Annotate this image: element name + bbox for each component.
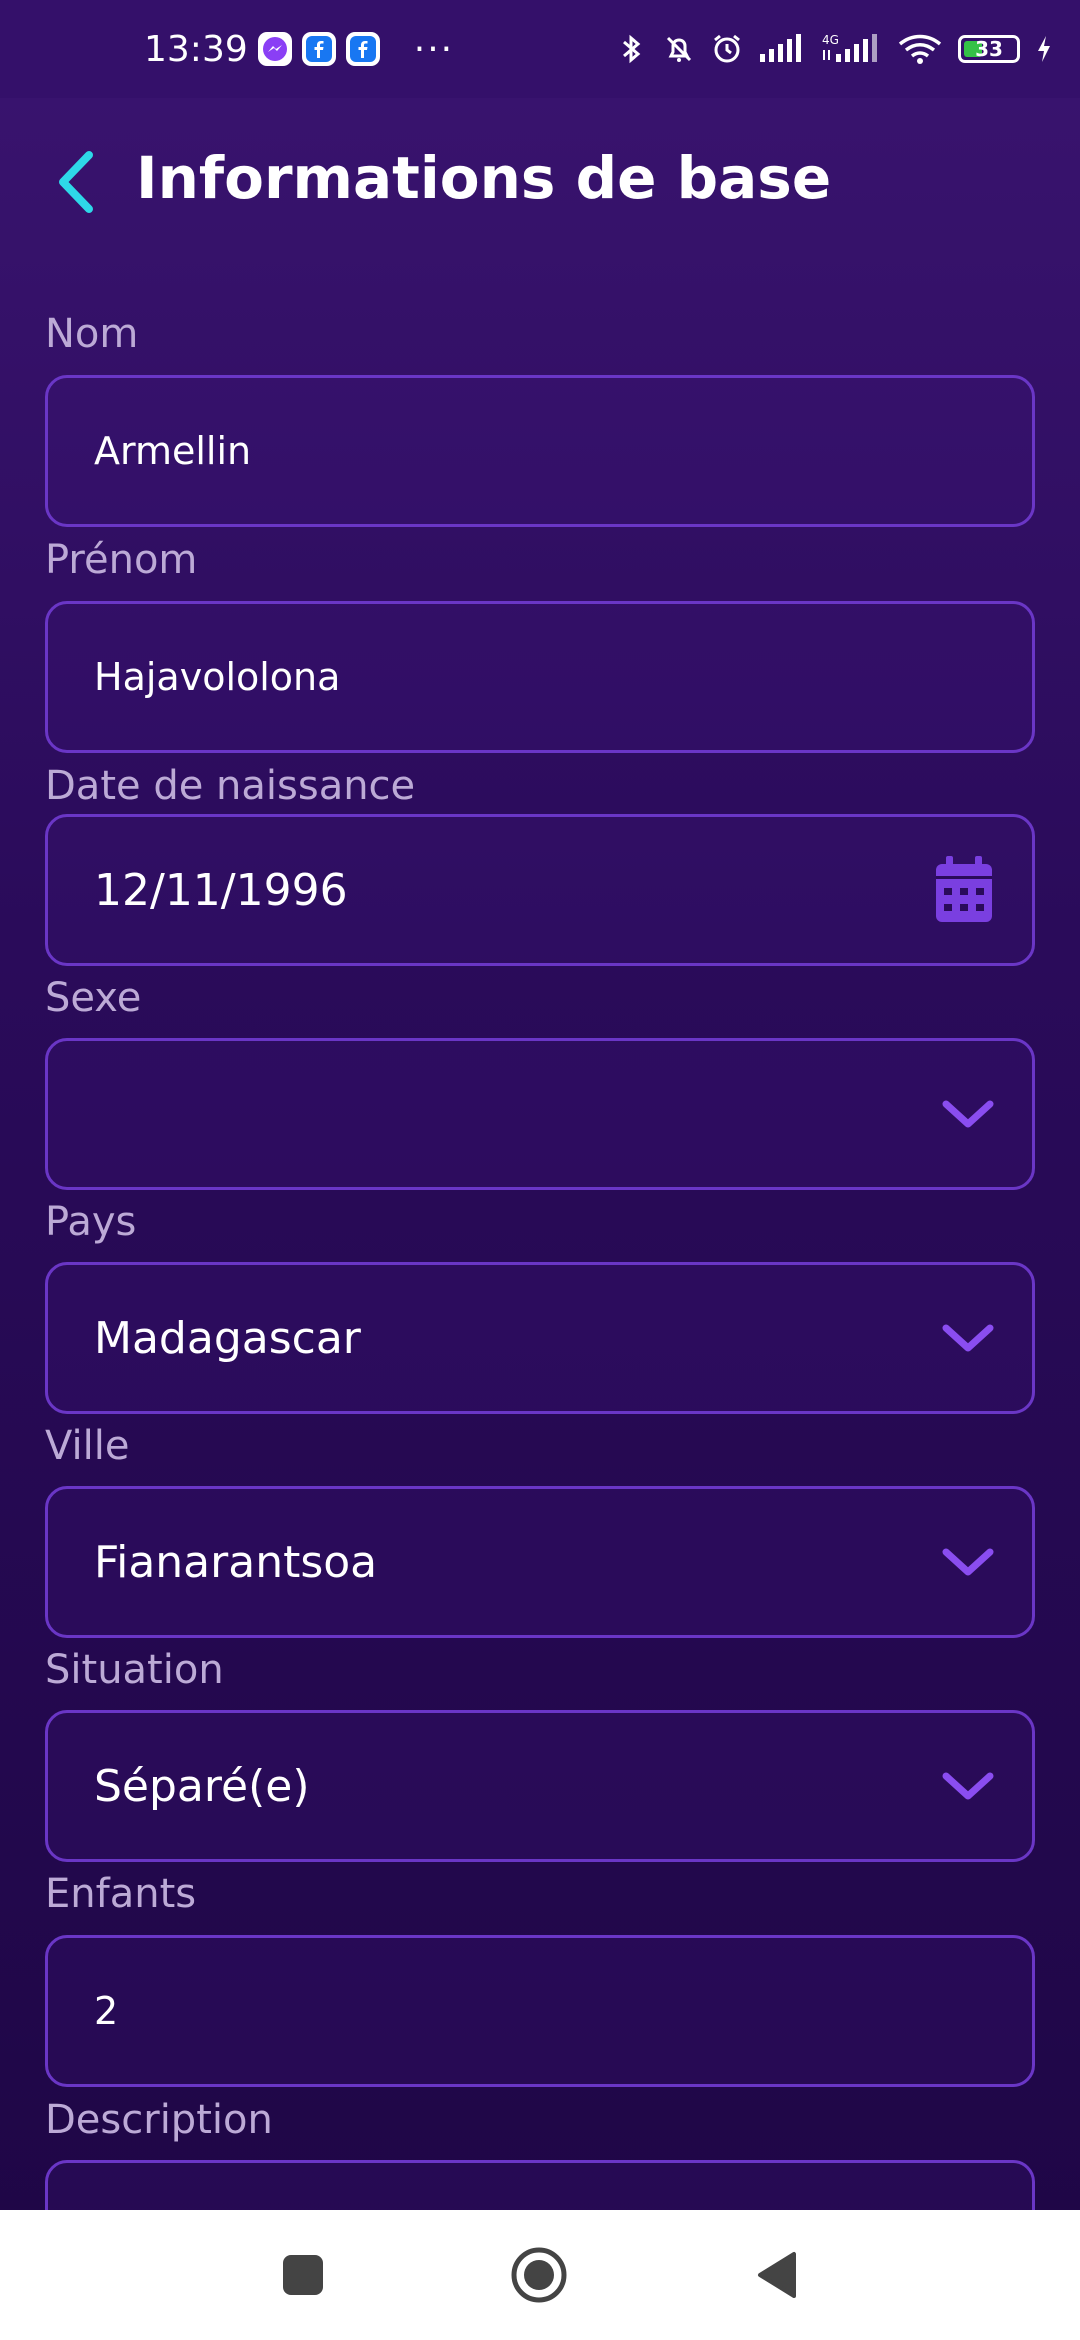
chevron-down-icon: [942, 1548, 994, 1576]
back-button[interactable]: [44, 142, 108, 222]
back-nav-button[interactable]: [742, 2240, 812, 2310]
enfants-input[interactable]: 2: [45, 1935, 1035, 2087]
date-naissance-label: Date de naissance: [45, 763, 416, 809]
status-bar: 13:39 ··· 4G 33: [0, 0, 1080, 98]
prenom-input[interactable]: Hajavololona: [45, 601, 1035, 753]
nom-label: Nom: [45, 311, 139, 357]
chevron-down-icon: [942, 1324, 994, 1352]
sexe-label: Sexe: [45, 975, 142, 1021]
ville-value: Fianarantsoa: [94, 1536, 378, 1588]
ville-label: Ville: [45, 1423, 130, 1469]
date-naissance-input[interactable]: 12/11/1996: [45, 814, 1035, 966]
app-header: Informations de base: [0, 98, 1080, 268]
bluetooth-icon: [623, 34, 641, 64]
home-button[interactable]: [504, 2240, 574, 2310]
ville-select[interactable]: Fianarantsoa: [45, 1486, 1035, 1638]
status-time: 13:39: [144, 28, 248, 70]
situation-select[interactable]: Séparé(e): [45, 1710, 1035, 1862]
prenom-value: Hajavololona: [94, 655, 341, 699]
pays-value: Madagascar: [94, 1312, 361, 1364]
alarm-icon: [714, 34, 740, 63]
battery-icon: 33: [958, 35, 1020, 63]
calendar-button[interactable]: [932, 817, 996, 963]
prenom-label: Prénom: [45, 537, 198, 583]
more-notifications-icon: ···: [413, 28, 455, 70]
messenger-icon: [257, 32, 292, 66]
page-title: Informations de base: [136, 144, 832, 212]
pays-label: Pays: [45, 1199, 137, 1245]
pays-select[interactable]: Madagascar: [45, 1262, 1035, 1414]
calendar-icon: [936, 856, 992, 922]
signal-4g-icon: 4G: [822, 33, 877, 62]
charging-icon: [1038, 36, 1050, 62]
sexe-select[interactable]: [45, 1038, 1035, 1190]
recents-square-icon: [283, 2255, 323, 2295]
back-triangle-icon: [758, 2252, 796, 2298]
wifi-icon: [898, 34, 942, 64]
facebook-icon: [301, 32, 336, 66]
bell-muted-icon: [666, 36, 692, 62]
nom-value: Armellin: [94, 429, 252, 473]
chevron-down-icon: [942, 1772, 994, 1800]
enfants-label: Enfants: [45, 1871, 197, 1917]
chevron-left-icon: [59, 151, 93, 213]
svg-text:4G: 4G: [822, 33, 839, 47]
chevron-down-icon: [942, 1100, 994, 1128]
nom-input[interactable]: Armellin: [45, 375, 1035, 527]
enfants-value: 2: [94, 1989, 119, 2033]
home-circle-icon: [511, 2247, 567, 2303]
facebook-icon: [345, 32, 380, 66]
date-naissance-value: 12/11/1996: [94, 864, 348, 916]
situation-label: Situation: [45, 1647, 224, 1693]
description-label: Description: [45, 2097, 273, 2143]
signal-icon: [760, 34, 801, 62]
situation-value: Séparé(e): [94, 1760, 310, 1812]
system-navigation-bar: [0, 2210, 1080, 2340]
battery-level: 33: [975, 37, 1003, 61]
recents-button[interactable]: [268, 2240, 338, 2310]
